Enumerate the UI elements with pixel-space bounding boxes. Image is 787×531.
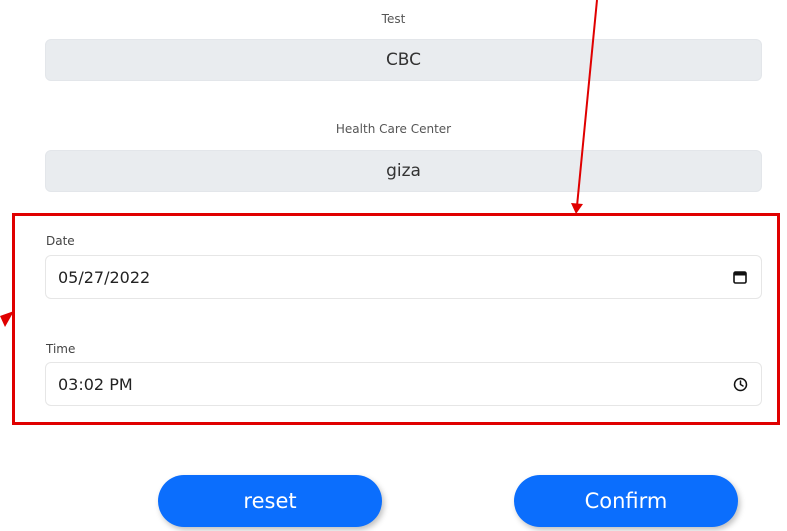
health-care-center-label: Health Care Center <box>335 122 452 136</box>
appointment-form: Test CBC Health Care Center giza Date 05… <box>0 0 787 531</box>
calendar-icon[interactable] <box>731 268 749 286</box>
time-label: Time <box>46 342 76 356</box>
date-label: Date <box>46 234 75 248</box>
test-field: CBC <box>45 39 762 81</box>
health-care-center-field: giza <box>45 150 762 192</box>
date-value: 05/27/2022 <box>58 267 151 287</box>
date-input[interactable]: 05/27/2022 <box>45 255 762 299</box>
confirm-button[interactable]: Confirm <box>514 475 738 527</box>
time-value: 03:02 PM <box>58 374 133 394</box>
time-input[interactable]: 03:02 PM <box>45 362 762 406</box>
test-label: Test <box>381 12 406 26</box>
clock-icon[interactable] <box>731 375 749 393</box>
reset-button[interactable]: reset <box>158 475 382 527</box>
